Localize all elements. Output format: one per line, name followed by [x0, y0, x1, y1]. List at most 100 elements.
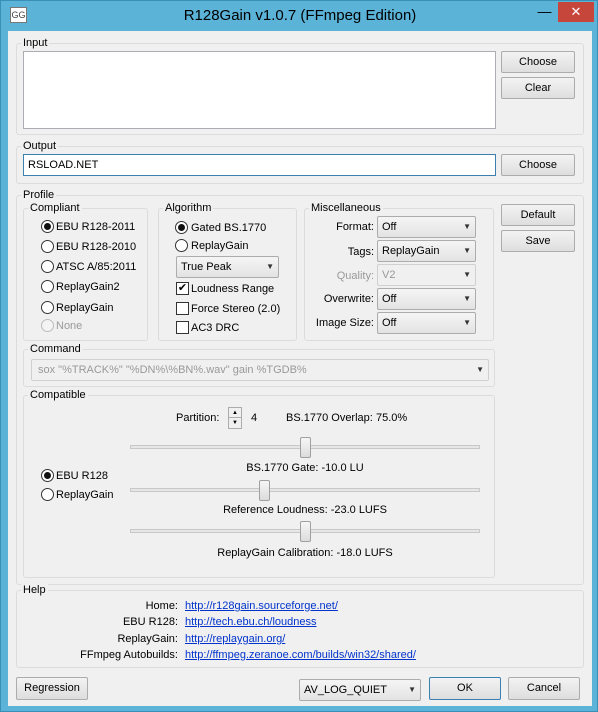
chevron-down-icon: ▼	[266, 262, 274, 271]
ac3-drc-checkbox[interactable]	[176, 321, 189, 334]
spin-down-icon[interactable]: ▼	[229, 418, 241, 428]
chevron-down-icon: ▼	[408, 685, 416, 694]
gate-slider[interactable]	[130, 436, 480, 460]
default-button[interactable]: Default	[501, 204, 575, 226]
compatible-label-ebu: EBU R128	[56, 470, 108, 482]
tags-label: Tags:	[347, 246, 374, 258]
regression-button[interactable]: Regression	[16, 677, 88, 700]
compliant-label-atsc: ATSC A/85:2011	[56, 261, 137, 273]
help-home-label: Home:	[145, 600, 178, 612]
ref-label: Reference Loudness: -23.0 LUFS	[223, 504, 387, 516]
cancel-button[interactable]: Cancel	[508, 677, 580, 700]
compliant-label-replaygain: ReplayGain	[56, 302, 114, 314]
cal-slider[interactable]	[130, 520, 480, 544]
format-select[interactable]: Off ▼	[377, 216, 476, 238]
image-size-select[interactable]: Off ▼	[377, 312, 476, 334]
app-window: GG R128Gain v1.0.7 (FFmpeg Edition) — ✕ …	[0, 0, 598, 712]
compliant-radio-replaygain2[interactable]	[41, 280, 54, 293]
help-replaygain-label: ReplayGain:	[117, 633, 178, 645]
overlap-value: 75.0%	[376, 412, 408, 424]
chevron-down-icon: ▼	[463, 222, 471, 231]
tags-select-value: ReplayGain	[382, 245, 440, 257]
tags-select[interactable]: ReplayGain ▼	[377, 240, 476, 262]
gate-slider-thumb[interactable]	[300, 437, 311, 458]
input-group-label: Input	[21, 37, 50, 49]
compliant-radio-ebu-2011[interactable]	[41, 220, 54, 233]
force-stereo-checkbox[interactable]	[176, 302, 189, 315]
client-area: Input Choose Clear Output RSLOAD.NET Cho…	[8, 31, 592, 706]
loudness-range-checkbox[interactable]: ✔	[176, 282, 189, 295]
input-clear-button[interactable]: Clear	[501, 77, 575, 99]
compliant-group-label: Compliant	[28, 202, 82, 214]
compliant-radio-replaygain[interactable]	[41, 301, 54, 314]
compatible-label-replaygain: ReplayGain	[56, 489, 114, 501]
ac3-drc-label: AC3 DRC	[191, 322, 240, 334]
cal-slider-thumb[interactable]	[300, 521, 311, 542]
compliant-radio-none[interactable]	[41, 319, 54, 332]
minimize-button[interactable]: —	[531, 2, 558, 22]
compliant-radio-ebu-2010[interactable]	[41, 240, 54, 253]
log-level-select-value: AV_LOG_QUIET	[304, 684, 387, 696]
ref-slider[interactable]	[130, 479, 480, 503]
ok-button[interactable]: OK	[429, 677, 501, 700]
command-group-label: Command	[28, 343, 83, 355]
input-list[interactable]	[23, 51, 496, 129]
overwrite-select[interactable]: Off ▼	[377, 288, 476, 310]
gate-label: BS.1770 Gate: -10.0 LU	[246, 462, 364, 474]
help-ebu-link[interactable]: http://tech.ebu.ch/loudness	[185, 615, 316, 629]
quality-select-value: V2	[382, 269, 396, 281]
overwrite-select-value: Off	[382, 293, 397, 305]
compliant-label-replaygain2: ReplayGain2	[56, 281, 120, 293]
chevron-down-icon: ▼	[463, 294, 471, 303]
help-replaygain-link[interactable]: http://replaygain.org/	[185, 632, 285, 646]
output-choose-button[interactable]: Choose	[501, 154, 575, 176]
format-label: Format:	[336, 221, 374, 233]
quality-select[interactable]: V2 ▼	[377, 264, 476, 286]
command-combo-value: sox "%TRACK%" "%DN%\%BN%.wav" gain %TGDB…	[38, 364, 307, 376]
algorithm-radio-replaygain[interactable]	[175, 239, 188, 252]
log-level-select[interactable]: AV_LOG_QUIET ▼	[299, 679, 421, 701]
format-select-value: Off	[382, 221, 397, 233]
help-group-label: Help	[21, 584, 48, 596]
output-field[interactable]: RSLOAD.NET	[23, 154, 496, 176]
loudness-range-label: Loudness Range	[191, 283, 275, 295]
close-button[interactable]: ✕	[558, 2, 594, 22]
cal-label: ReplayGain Calibration: -18.0 LUFS	[217, 547, 393, 559]
ref-slider-thumb[interactable]	[259, 480, 270, 501]
algorithm-radio-gated[interactable]	[175, 221, 188, 234]
algorithm-group-label: Algorithm	[163, 202, 214, 214]
image-size-label: Image Size:	[315, 317, 374, 329]
overwrite-label: Overwrite:	[323, 293, 374, 305]
compatible-radio-replaygain[interactable]	[41, 488, 54, 501]
help-home-link[interactable]: http://r128gain.sourceforge.net/	[185, 599, 338, 613]
quality-label: Quality:	[336, 270, 374, 282]
command-combo[interactable]: sox "%TRACK%" "%DN%\%BN%.wav" gain %TGDB…	[31, 359, 489, 381]
window-title: R128Gain v1.0.7 (FFmpeg Edition)	[183, 7, 417, 24]
partition-spinner[interactable]: ▲ ▼	[228, 407, 242, 429]
profile-group-label: Profile	[21, 189, 57, 201]
compliant-label-ebu-2011: EBU R128-2011	[56, 221, 136, 233]
algorithm-label-replaygain: ReplayGain	[191, 240, 249, 252]
compliant-label-ebu-2010: EBU R128-2010	[56, 241, 137, 253]
misc-group-label: Miscellaneous	[309, 202, 383, 214]
title-bar[interactable]: GG R128Gain v1.0.7 (FFmpeg Edition) — ✕	[1, 1, 598, 31]
algorithm-label-gated: Gated BS.1770	[191, 222, 267, 234]
force-stereo-label: Force Stereo (2.0)	[191, 303, 281, 315]
spin-up-icon[interactable]: ▲	[229, 408, 241, 418]
chevron-down-icon: ▼	[463, 270, 471, 279]
peak-select[interactable]: True Peak ▼	[176, 256, 279, 278]
help-ffmpeg-link[interactable]: http://ffmpeg.zeranoe.com/builds/win32/s…	[185, 648, 416, 662]
compatible-radio-ebu[interactable]	[41, 469, 54, 482]
image-size-select-value: Off	[382, 317, 397, 329]
peak-select-value: True Peak	[181, 261, 232, 273]
compatible-group-label: Compatible	[28, 389, 88, 401]
ref-slider-track	[130, 488, 480, 492]
save-button[interactable]: Save	[501, 230, 575, 252]
partition-label: Partition:	[176, 412, 220, 424]
chevron-down-icon: ▼	[463, 246, 471, 255]
input-choose-button[interactable]: Choose	[501, 51, 575, 73]
compliant-label-none: None	[56, 320, 83, 332]
compliant-radio-atsc[interactable]	[41, 260, 54, 273]
chevron-down-icon: ▼	[476, 365, 484, 374]
help-ebu-label: EBU R128:	[122, 616, 178, 628]
